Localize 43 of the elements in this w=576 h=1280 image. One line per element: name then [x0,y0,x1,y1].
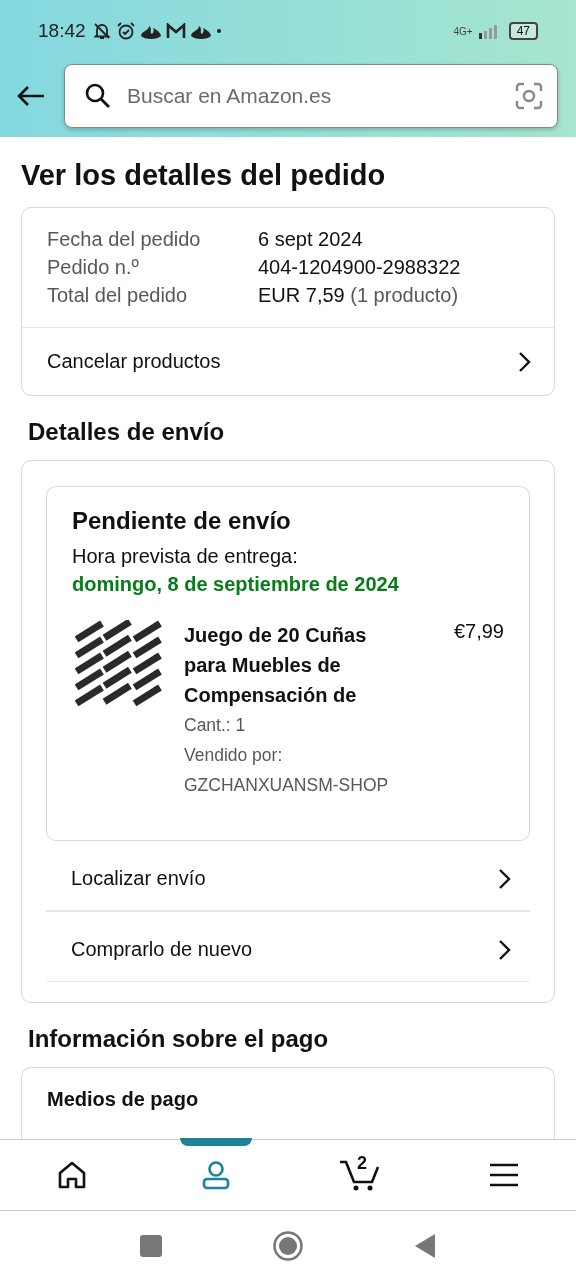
field-note: (1 producto) [350,284,459,306]
section-heading: Información sobre el pago [28,1025,330,1053]
camera-icon[interactable] [515,82,543,110]
field-value: 6 sept 2024 [258,228,363,250]
menu-icon [489,1163,519,1187]
muted-bell-icon [91,21,112,41]
chevron-icon [498,867,512,890]
user-icon [201,1160,231,1190]
back-nav-button[interactable] [414,1232,436,1259]
page-title: Ver los detalles del pedido [21,159,387,192]
dot-icon [215,28,222,34]
battery-level: 47 [508,22,538,40]
product-title[interactable]: Juego de 20 Cuñas para Muebles de Compensación de [184,620,389,710]
recents-button[interactable] [140,1234,162,1257]
card-title: Medios de pago [47,1088,200,1111]
cart-tab[interactable]: 2 [288,1140,432,1210]
search-field[interactable]: Buscar en Amazon.es [64,64,558,128]
seller-name: Vendido por: GZCHANXUANSM-SHOP [184,744,390,797]
cancel-products-link[interactable]: Cancelar productos [22,328,554,395]
shipment-status: Pendiente de envío [72,507,292,535]
field-label: Total del pedido [47,284,189,307]
chevron-icon [518,350,532,373]
home-button[interactable] [272,1229,304,1262]
clock-time: 18:42 [38,20,86,42]
signal-icon [476,23,499,39]
section-heading: Detalles de envío [28,418,226,446]
mail-icon [165,23,186,39]
search-icon [85,83,111,109]
shipment-action[interactable]: Localizar envío [46,847,530,912]
field-value: 404-1204900-2988322 [258,256,461,278]
shipment-action[interactable]: Comprarlo de nuevo [46,918,530,982]
product-price: €7,99 [453,620,504,644]
delivery-label: Hora prevista de entrega: [72,545,299,568]
chevron-icon [498,938,512,961]
delivery-date: domingo, 8 de septiembre de 2024 [72,573,400,596]
home-icon [57,1161,87,1189]
field-label: Pedido n.º [47,256,140,279]
network-type: 4G+ [453,25,473,37]
field-label: Fecha del pedido [47,228,202,251]
alarm-clock-icon [115,21,136,41]
cart-count: 2 [357,1153,367,1174]
field-value: EUR 7,59 [258,284,345,306]
product-quantity: Cant.: 1 [184,714,247,737]
